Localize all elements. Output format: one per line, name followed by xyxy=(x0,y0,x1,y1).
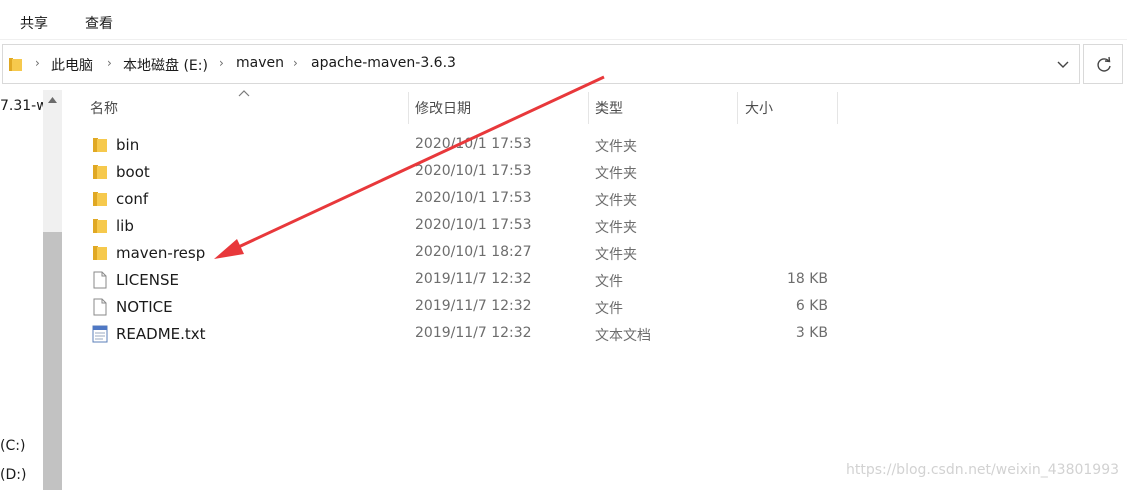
chevron-down-icon[interactable] xyxy=(1053,56,1073,74)
folder-icon xyxy=(93,219,107,233)
file-name[interactable]: boot xyxy=(116,163,150,181)
tab-share[interactable]: 共享 xyxy=(20,13,48,33)
file-name[interactable]: conf xyxy=(116,190,148,208)
file-date: 2019/11/7 12:32 xyxy=(415,298,532,314)
column-divider[interactable] xyxy=(588,92,589,124)
column-header-date[interactable]: 修改日期 xyxy=(415,94,587,122)
file-size: 18 KB xyxy=(786,271,828,287)
file-date: 2020/10/1 17:53 xyxy=(415,217,532,233)
file-name[interactable]: bin xyxy=(116,136,139,154)
folder-icon xyxy=(9,58,22,71)
folder-icon xyxy=(93,165,107,179)
folder-icon xyxy=(93,192,107,206)
refresh-button[interactable] xyxy=(1083,44,1123,84)
scrollbar-thumb[interactable] xyxy=(43,232,62,490)
tab-view[interactable]: 查看 xyxy=(85,13,113,33)
file-icon xyxy=(93,298,107,316)
breadcrumb-local-disk-e[interactable]: 本地磁盘 (E:) xyxy=(123,55,208,75)
breadcrumb-separator[interactable]: › xyxy=(219,56,224,70)
file-name[interactable]: LICENSE xyxy=(116,271,179,289)
text-document-icon xyxy=(92,325,108,343)
column-divider[interactable] xyxy=(837,92,838,124)
column-divider[interactable] xyxy=(408,92,409,124)
file-date: 2020/10/1 17:53 xyxy=(415,136,532,152)
file-date: 2020/10/1 17:53 xyxy=(415,190,532,206)
refresh-icon xyxy=(1097,56,1111,72)
list-item[interactable]: lib 2020/10/1 17:53 文件夹 xyxy=(80,213,840,240)
breadcrumb-separator[interactable]: › xyxy=(293,56,298,70)
file-name[interactable]: README.txt xyxy=(116,325,206,343)
scroll-up-arrow-icon[interactable] xyxy=(47,96,58,104)
column-header-name[interactable]: 名称 xyxy=(90,94,408,122)
file-date: 2020/10/1 17:53 xyxy=(415,163,532,179)
folder-icon xyxy=(93,246,107,260)
column-header-size[interactable]: 大小 xyxy=(745,94,835,122)
file-type: 文件夹 xyxy=(595,193,637,209)
list-item[interactable]: bin 2020/10/1 17:53 文件夹 xyxy=(80,132,840,159)
file-size: 6 KB xyxy=(795,298,828,314)
navigation-pane: 7.31-w (C:) (D:) xyxy=(0,90,62,490)
breadcrumb-separator[interactable]: › xyxy=(35,56,40,70)
file-type: 文件夹 xyxy=(595,139,637,155)
list-item[interactable]: maven-resp 2020/10/1 18:27 文件夹 xyxy=(80,240,840,267)
list-item[interactable]: README.txt 2019/11/7 12:32 文本文档 3 KB xyxy=(80,321,840,348)
file-date: 2020/10/1 18:27 xyxy=(415,244,532,260)
file-type: 文件 xyxy=(595,274,623,290)
nav-item-drive-d[interactable]: (D:) xyxy=(0,467,26,483)
file-icon xyxy=(93,271,107,289)
list-item[interactable]: boot 2020/10/1 17:53 文件夹 xyxy=(80,159,840,186)
list-item[interactable]: NOTICE 2019/11/7 12:32 文件 6 KB xyxy=(80,294,840,321)
file-name[interactable]: NOTICE xyxy=(116,298,173,316)
file-date: 2019/11/7 12:32 xyxy=(415,271,532,287)
folder-icon xyxy=(93,138,107,152)
file-type: 文本文档 xyxy=(595,328,651,344)
file-name[interactable]: lib xyxy=(116,217,134,235)
file-type: 文件夹 xyxy=(595,220,637,236)
list-item[interactable]: LICENSE 2019/11/7 12:32 文件 18 KB xyxy=(80,267,840,294)
file-date: 2019/11/7 12:32 xyxy=(415,325,532,341)
watermark: https://blog.csdn.net/weixin_43801993 xyxy=(846,462,1120,478)
list-item[interactable]: conf 2020/10/1 17:53 文件夹 xyxy=(80,186,840,213)
file-name[interactable]: maven-resp xyxy=(116,244,205,262)
breadcrumb-separator[interactable]: › xyxy=(107,56,112,70)
nav-item-drive-c[interactable]: (C:) xyxy=(0,438,25,454)
file-type: 文件夹 xyxy=(595,247,637,263)
address-bar[interactable]: › 此电脑 › 本地磁盘 (E:) › maven › apache-maven… xyxy=(2,44,1080,84)
breadcrumb-maven[interactable]: maven xyxy=(236,55,284,71)
file-type: 文件夹 xyxy=(595,166,637,182)
ribbon: 共享 查看 xyxy=(0,0,1127,40)
file-type: 文件 xyxy=(595,301,623,317)
file-size: 3 KB xyxy=(795,325,828,341)
column-divider[interactable] xyxy=(737,92,738,124)
nav-item-folder[interactable]: 7.31-w xyxy=(0,98,48,114)
breadcrumb-this-pc[interactable]: 此电脑 xyxy=(51,55,93,75)
address-bar-row: › 此电脑 › 本地磁盘 (E:) › maven › apache-maven… xyxy=(0,44,1127,84)
column-header-type[interactable]: 类型 xyxy=(595,94,735,122)
breadcrumb-apache-maven[interactable]: apache-maven-3.6.3 xyxy=(311,55,456,71)
